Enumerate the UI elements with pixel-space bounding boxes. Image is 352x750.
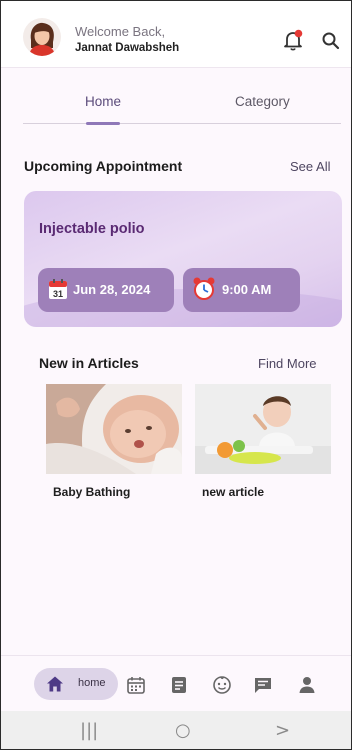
tab-category[interactable]: Category: [235, 94, 290, 109]
app-header: Welcome Back, Jannat Dawabsheh: [1, 1, 351, 68]
profile-icon[interactable]: [297, 675, 317, 695]
recents-button[interactable]: |||: [80, 720, 98, 741]
search-icon[interactable]: [321, 31, 341, 51]
see-all-link[interactable]: See All: [290, 159, 330, 174]
article-title: new article: [202, 485, 265, 499]
avatar[interactable]: [23, 18, 61, 56]
bottom-navigation: home: [1, 655, 351, 712]
active-tab-indicator: [86, 122, 120, 125]
alarm-clock-icon: [192, 276, 216, 302]
nav-home-label: home: [78, 677, 106, 689]
calendar-icon: 31: [48, 278, 68, 300]
chat-icon[interactable]: [253, 675, 273, 695]
document-icon[interactable]: [169, 675, 189, 695]
appointment-card[interactable]: Injectable polio 31 Jun 28, 2024 9:00 AM: [24, 191, 342, 327]
article-card-baby-bathing[interactable]: Baby Bathing: [46, 384, 182, 499]
find-more-link[interactable]: Find More: [258, 356, 317, 371]
baby-bathing-image: [46, 384, 182, 474]
appointment-date: Jun 28, 2024: [73, 282, 151, 297]
appointment-time-pill: 9:00 AM: [183, 268, 300, 312]
article-title: Baby Bathing: [53, 485, 131, 499]
tab-bar: Home Category: [23, 89, 341, 125]
nav-home[interactable]: home: [34, 668, 118, 700]
appointment-title: Injectable polio: [39, 221, 145, 237]
system-navigation-bar: ||| ○ >: [1, 711, 351, 749]
article-card-new-article[interactable]: new article: [195, 384, 331, 499]
baby-eating-image: [195, 384, 331, 474]
tab-home[interactable]: Home: [85, 94, 121, 109]
user-name: Jannat Dawabsheh: [75, 42, 180, 54]
welcome-text: Welcome Back,: [75, 24, 166, 39]
new-in-articles-title: New in Articles: [39, 355, 139, 371]
appointment-date-pill: 31 Jun 28, 2024: [38, 268, 174, 312]
upcoming-appointment-title: Upcoming Appointment: [24, 158, 183, 174]
system-home-button[interactable]: ○: [175, 720, 191, 741]
notification-bell-icon[interactable]: [282, 29, 304, 51]
calendar-day: 31: [53, 289, 63, 299]
calendar-icon[interactable]: [126, 675, 146, 695]
home-icon: [46, 675, 64, 693]
baby-face-icon[interactable]: [212, 675, 232, 695]
back-button[interactable]: >: [275, 720, 290, 741]
app-screen: Welcome Back, Jannat Dawabsheh Home Cate…: [0, 0, 352, 750]
appointment-time: 9:00 AM: [222, 282, 272, 297]
